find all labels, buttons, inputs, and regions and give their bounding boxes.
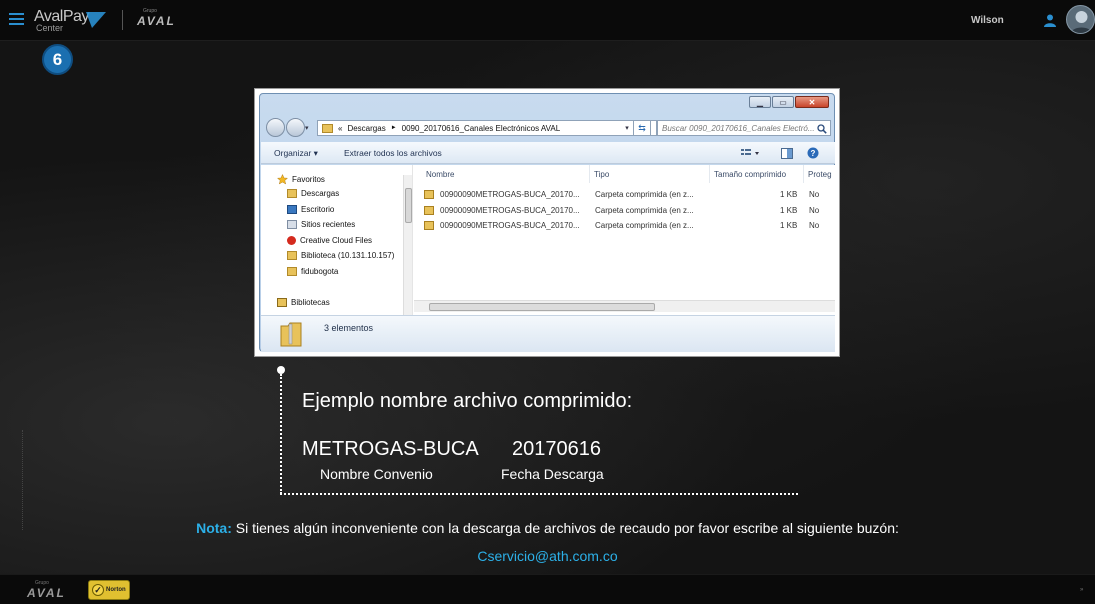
refresh-button[interactable]: ⇆ bbox=[633, 120, 651, 136]
recent-places-icon bbox=[287, 220, 297, 229]
explorer-window: ▁ ▭ ✕ ▾ « Descargas ► 0090_20170616_Cana… bbox=[254, 88, 840, 357]
checkmark-icon: ✓ bbox=[92, 584, 104, 596]
column-size[interactable]: Tamaño comprimido bbox=[710, 165, 804, 183]
file-row[interactable]: 00900090METROGAS-BUCA_20170... Carpeta c… bbox=[414, 187, 835, 202]
breadcrumb-separator-icon: ► bbox=[390, 125, 397, 131]
note-prefix: Nota: bbox=[196, 520, 232, 536]
column-protected[interactable]: Proteg bbox=[804, 165, 835, 183]
help-icon: ? bbox=[807, 147, 819, 159]
example-name-value: METROGAS-BUCA bbox=[302, 438, 479, 460]
nav-biblioteca[interactable]: Biblioteca (10.131.10.157) bbox=[287, 251, 394, 260]
breadcrumb-descargas[interactable]: Descargas bbox=[347, 124, 385, 133]
extract-all-button[interactable]: Extraer todos los archivos bbox=[344, 148, 442, 158]
folder-icon bbox=[322, 123, 333, 133]
svg-text:?: ? bbox=[811, 149, 816, 158]
horizontal-scroll-thumb[interactable] bbox=[429, 303, 655, 311]
example-title: Ejemplo nombre archivo comprimido: bbox=[302, 390, 633, 412]
search-icon[interactable] bbox=[817, 124, 827, 134]
organize-button[interactable]: Organizar ▾ bbox=[274, 148, 318, 159]
note-text: Nota: Si tienes algún inconveniente con … bbox=[0, 520, 1095, 536]
back-button[interactable] bbox=[266, 118, 285, 137]
search-input[interactable]: Buscar 0090_20170616_Canales Electró... bbox=[657, 120, 831, 136]
address-dropdown-icon[interactable]: ▾ bbox=[620, 120, 634, 136]
libraries-icon bbox=[277, 298, 287, 307]
top-bar: AvalPay Center Grupo AVAL Wilson bbox=[0, 0, 1095, 41]
details-pane: 3 elementos bbox=[261, 315, 835, 352]
history-dropdown-icon[interactable]: ▾ bbox=[305, 124, 309, 132]
column-type[interactable]: Tipo bbox=[590, 165, 710, 183]
support-email-link[interactable]: Cservicio@ath.com.co bbox=[0, 548, 1095, 564]
item-count: 3 elementos bbox=[324, 323, 374, 333]
zip-folder-icon bbox=[424, 221, 434, 230]
zip-folder-icon bbox=[424, 190, 434, 199]
preview-pane-button[interactable] bbox=[781, 146, 793, 160]
menu-icon[interactable] bbox=[9, 13, 24, 25]
avatar-silhouette-icon bbox=[1070, 11, 1093, 33]
downloads-folder-icon bbox=[287, 189, 297, 198]
minimize-button[interactable]: ▁ bbox=[749, 96, 771, 108]
column-name[interactable]: Nombre bbox=[414, 165, 590, 183]
forward-button[interactable] bbox=[286, 118, 305, 137]
file-list: Nombre Tipo Tamaño comprimido Proteg 009… bbox=[414, 165, 835, 315]
divider bbox=[122, 10, 123, 30]
decorative-line bbox=[22, 430, 24, 530]
annotation-line-vertical bbox=[280, 374, 282, 494]
nav-scrollbar[interactable] bbox=[403, 175, 412, 315]
label-fecha-descarga: Fecha Descarga bbox=[501, 466, 604, 482]
navigation-row: ▾ « Descargas ► 0090_20170616_Canales El… bbox=[265, 118, 831, 138]
nav-favoritos[interactable]: Favoritos bbox=[277, 174, 325, 185]
star-icon bbox=[277, 174, 288, 185]
folder-icon bbox=[287, 267, 297, 276]
annotation-dot bbox=[277, 366, 285, 374]
explorer-content: Favoritos Descargas Escritorio Sitios re… bbox=[261, 165, 835, 315]
user-icon[interactable] bbox=[1043, 13, 1057, 27]
address-bar[interactable]: « Descargas ► 0090_20170616_Canales Elec… bbox=[317, 120, 657, 136]
network-folder-icon bbox=[287, 251, 297, 260]
grupo-aval-logo: Grupo AVAL bbox=[137, 8, 176, 28]
horizontal-scrollbar[interactable] bbox=[414, 300, 835, 312]
nav-scroll-thumb[interactable] bbox=[405, 188, 412, 223]
nav-fidubogota[interactable]: fidubogota bbox=[287, 267, 338, 276]
step-badge: 6 bbox=[42, 44, 73, 75]
avatar[interactable] bbox=[1066, 5, 1095, 34]
help-button[interactable]: ? bbox=[807, 146, 819, 160]
annotation-line-horizontal bbox=[280, 493, 798, 495]
example-date-value: 20170616 bbox=[512, 438, 601, 460]
nav-descargas[interactable]: Descargas bbox=[287, 189, 339, 198]
logo-arrow-icon bbox=[86, 12, 106, 28]
label-nombre-convenio: Nombre Convenio bbox=[320, 466, 433, 482]
creative-cloud-icon bbox=[287, 236, 296, 245]
username[interactable]: Wilson bbox=[971, 15, 1004, 26]
nav-sitios-recientes[interactable]: Sitios recientes bbox=[287, 220, 355, 229]
chevron-right-icon[interactable]: » bbox=[1080, 587, 1083, 593]
window-controls: ▁ ▭ ✕ bbox=[749, 96, 829, 108]
file-row[interactable]: 00900090METROGAS-BUCA_20170... Carpeta c… bbox=[414, 203, 835, 218]
command-bar: Organizar ▾ Extraer todos los archivos ? bbox=[261, 142, 835, 164]
breadcrumb-folder[interactable]: 0090_20170616_Canales Electrónicos AVAL bbox=[402, 124, 561, 133]
zip-folder-large-icon bbox=[280, 322, 302, 347]
footer: Grupo AVAL ✓ Norton » bbox=[0, 574, 1095, 604]
avalpay-logo: AvalPay Center bbox=[34, 8, 89, 33]
norton-badge[interactable]: ✓ Norton bbox=[88, 580, 130, 600]
maximize-button[interactable]: ▭ bbox=[772, 96, 794, 108]
window-frame: ▁ ▭ ✕ ▾ « Descargas ► 0090_20170616_Cana… bbox=[259, 93, 835, 352]
views-icon bbox=[741, 149, 759, 155]
preview-pane-icon bbox=[781, 147, 793, 159]
nav-creative-cloud[interactable]: Creative Cloud Files bbox=[287, 236, 372, 245]
footer-grupo-aval-logo: Grupo AVAL bbox=[27, 580, 66, 600]
nav-escritorio[interactable]: Escritorio bbox=[287, 205, 334, 214]
desktop-icon bbox=[287, 205, 297, 214]
view-options-button[interactable] bbox=[740, 146, 760, 160]
zip-folder-icon bbox=[424, 206, 434, 215]
navigation-pane: Favoritos Descargas Escritorio Sitios re… bbox=[261, 165, 413, 315]
note-body: Si tienes algún inconveniente con la des… bbox=[231, 520, 899, 536]
close-button[interactable]: ✕ bbox=[795, 96, 829, 108]
file-row[interactable]: 00900090METROGAS-BUCA_20170... Carpeta c… bbox=[414, 218, 835, 233]
nav-bibliotecas[interactable]: Bibliotecas bbox=[277, 298, 330, 307]
